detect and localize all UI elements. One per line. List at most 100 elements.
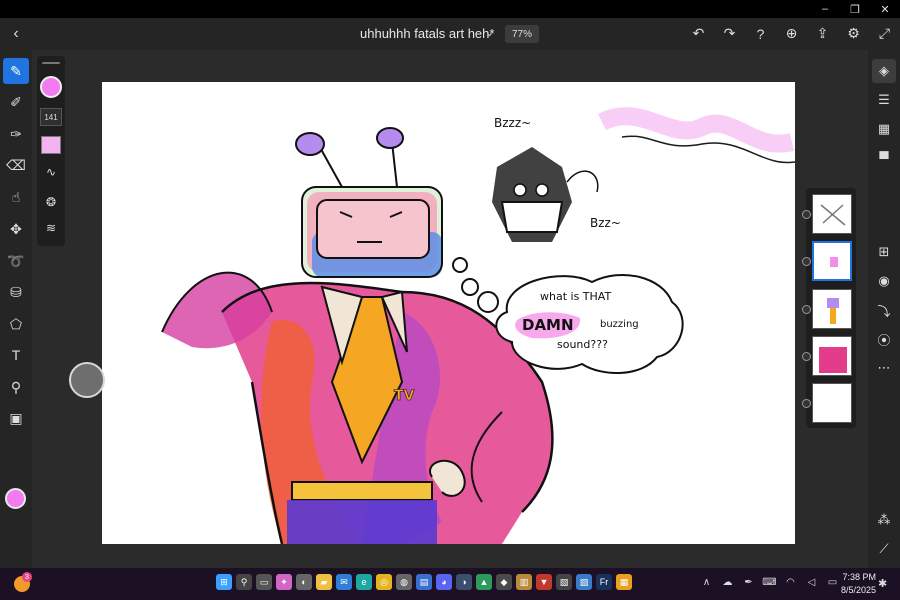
color-swatch[interactable] [5, 488, 26, 509]
settings-icon[interactable]: ⚙ [844, 24, 863, 43]
app-icon-1[interactable]: ◍ [396, 574, 412, 590]
pressure-settings-icon[interactable]: ≋ [40, 218, 62, 238]
minimize-icon[interactable]: – [810, 0, 840, 18]
layer-visibility-icon[interactable] [802, 352, 811, 361]
fresco-icon[interactable]: Fr [596, 574, 612, 590]
artboard[interactable]: Bzzz~ Bzz~ what is THAT DAMN buzzing sou… [102, 82, 795, 544]
layer-visibility-icon[interactable] [802, 305, 811, 314]
redo-icon[interactable]: ↷ [720, 24, 739, 43]
brush-cursor [69, 362, 105, 398]
blend-mode-icon[interactable]: ⦿ [872, 327, 896, 351]
copilot-icon[interactable]: ✦ [276, 574, 292, 590]
layer-visibility-icon[interactable] [802, 399, 811, 408]
speech-line-1: what is THAT [540, 290, 611, 303]
eyedropper-tool[interactable]: ⚲ [3, 374, 29, 400]
brush-settings-icon[interactable]: ❂ [40, 192, 62, 212]
live-brush-tool[interactable]: ✐ [3, 89, 29, 115]
apps-icon[interactable]: ⁂ [872, 508, 896, 532]
notifications-icon[interactable]: ✱ [878, 577, 890, 590]
layer-thumbnail[interactable] [812, 289, 852, 329]
task-view-icon[interactable]: ▭ [256, 574, 272, 590]
shape-tool[interactable]: ⬠ [3, 311, 29, 337]
document-title[interactable]: uhhuhhh fatals art heh* [360, 26, 494, 41]
chevron-down-icon[interactable]: ⌄ [485, 26, 494, 39]
window-controls: – ❐ ✕ [810, 0, 900, 18]
panel-handle[interactable] [42, 62, 60, 64]
right-toolbar: ◈ ☰ ▦ ▀ ⊞ ◉ ⤵ ⦿ ⋯ ⁂ ⟋ [868, 50, 900, 568]
layer-thumbnail-selected[interactable] [812, 241, 852, 281]
vector-brush-tool[interactable]: ✑ [3, 121, 29, 147]
clock[interactable]: 7:38 PM 8/5/2025 [836, 571, 876, 597]
fill-tool[interactable]: ⛁ [3, 279, 29, 305]
eraser-tool[interactable]: ⌫ [3, 152, 29, 178]
layer-visibility-icon[interactable] [802, 210, 811, 219]
close-icon[interactable]: ✕ [870, 0, 900, 18]
chevron-up-icon[interactable]: ∧ [700, 576, 713, 589]
app-icon-6[interactable]: ▧ [556, 574, 572, 590]
app-icon-2[interactable]: ▲ [476, 574, 492, 590]
discord-icon[interactable]: ◕ [436, 574, 452, 590]
app-header: ‹ uhhuhhh fatals art heh* ⌄ 77% ↶ ↷ ? ⊕ … [0, 18, 900, 50]
chrome-icon[interactable]: ◎ [376, 574, 392, 590]
edge-icon[interactable]: e [356, 574, 372, 590]
file-explorer-icon[interactable]: ▰ [316, 574, 332, 590]
layer-thumbnail[interactable] [812, 194, 852, 234]
grid-icon[interactable]: ▦ [872, 117, 896, 141]
clock-date: 8/5/2025 [840, 585, 876, 595]
app-icon-5[interactable]: ▼ [536, 574, 552, 590]
taskbar-apps: ⊞ ⚲ ▭ ✦ ◐ ▰ ✉ e ◎ ◍ ▤ ◕ ◑ ▲ ◆ ▥ ▼ ▧ ▨ Fr… [216, 574, 632, 590]
system-tray: ∧ ☁ ✒ ⌨ ◠ ◁ ▭ [700, 576, 839, 589]
ruler-icon[interactable]: ⟋ [872, 537, 896, 561]
app-icon-8[interactable]: ▦ [616, 574, 632, 590]
image-tool[interactable]: ▣ [3, 405, 29, 431]
search-icon[interactable]: ⚲ [236, 574, 252, 590]
widgets-icon[interactable]: ◐ [296, 574, 312, 590]
app-icon-3[interactable]: ◆ [496, 574, 512, 590]
layer-thumbnail[interactable] [812, 383, 852, 423]
restore-icon[interactable]: ❐ [840, 0, 870, 18]
properties-icon[interactable]: ☰ [872, 88, 896, 112]
text-tool[interactable]: T [3, 342, 29, 368]
app-icon-4[interactable]: ▥ [516, 574, 532, 590]
volume-icon[interactable]: ◁ [805, 576, 818, 589]
move-tool[interactable]: ✥ [3, 216, 29, 242]
pen-icon[interactable]: ✒ [742, 576, 755, 589]
layer-preview [820, 204, 846, 226]
stroke-smoothing-icon[interactable]: ∿ [40, 162, 62, 182]
visibility-icon[interactable]: ◉ [872, 269, 896, 293]
brush-settings-panel: 141 ∿ ❂ ≋ [37, 56, 65, 246]
smudge-tool[interactable]: ☝ [3, 184, 29, 210]
app-icon-7[interactable]: ▨ [576, 574, 592, 590]
steam-icon[interactable]: ◑ [456, 574, 472, 590]
add-layer-icon[interactable]: ⊞ [872, 240, 896, 264]
clock-time: 7:38 PM [842, 572, 876, 582]
keyboard-icon[interactable]: ⌨ [762, 576, 776, 589]
cloud-icon[interactable]: ☁ [721, 576, 734, 589]
layer-preview [830, 257, 838, 267]
taskbar: 3 ⊞ ⚲ ▭ ✦ ◐ ▰ ✉ e ◎ ◍ ▤ ◕ ◑ ▲ ◆ ▥ ▼ ▧ ▨ … [0, 568, 900, 600]
invite-icon[interactable]: ⊕ [782, 24, 801, 43]
undo-icon[interactable]: ↶ [689, 24, 708, 43]
merge-down-icon[interactable]: ⤵ [872, 298, 896, 322]
windows-start-icon[interactable]: ⊞ [216, 574, 232, 590]
back-icon[interactable]: ‹ [6, 24, 26, 44]
pixel-brush-tool[interactable]: ✎ [3, 58, 29, 84]
layer-thumbnail[interactable] [812, 336, 852, 376]
layer-visibility-icon[interactable] [802, 257, 811, 266]
share-icon[interactable]: ⇪ [813, 24, 832, 43]
store-icon[interactable]: ▤ [416, 574, 432, 590]
jacket-logo: TV [394, 388, 415, 404]
brush-size-value[interactable]: 141 [40, 108, 62, 126]
layers-icon[interactable]: ◈ [872, 59, 896, 83]
header-actions: ↶ ↷ ? ⊕ ⇪ ⚙ ⤢ [689, 24, 894, 43]
zoom-level[interactable]: 77% [505, 25, 539, 43]
mail-icon[interactable]: ✉ [336, 574, 352, 590]
brush-color-swatch[interactable] [40, 76, 62, 98]
fullscreen-icon[interactable]: ⤢ [875, 24, 894, 43]
help-icon[interactable]: ? [751, 24, 770, 43]
comments-icon[interactable]: ▀ [872, 146, 896, 170]
wifi-icon[interactable]: ◠ [784, 576, 797, 589]
more-icon[interactable]: ⋯ [872, 356, 896, 380]
brush-flow-swatch[interactable] [41, 136, 61, 154]
lasso-tool[interactable]: ➰ [3, 248, 29, 274]
